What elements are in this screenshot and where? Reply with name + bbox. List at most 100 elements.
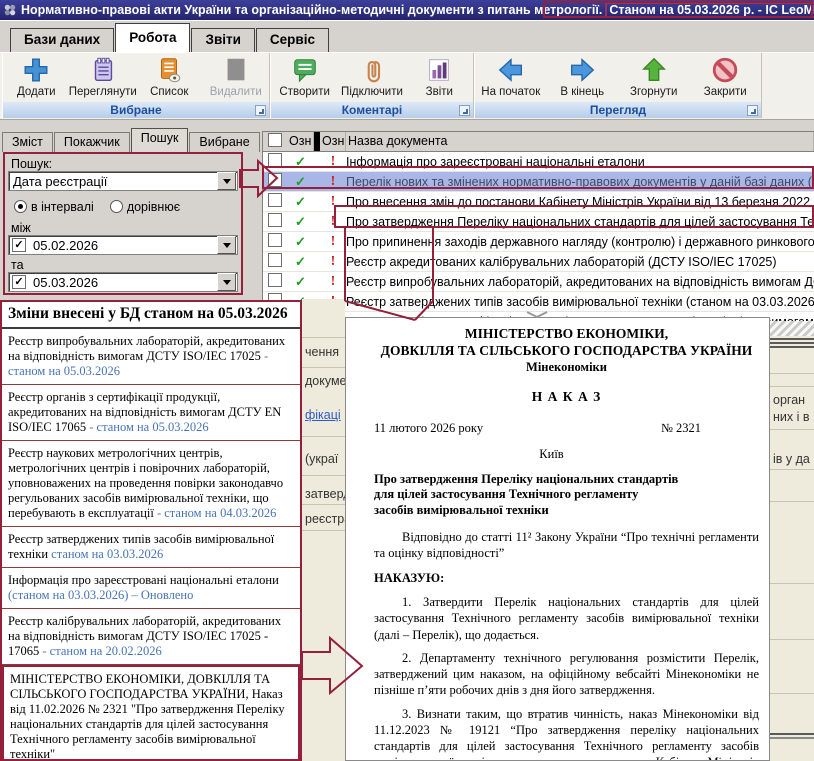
table-row[interactable]: ✓ ! Перелік нових та змінених нормативно…	[263, 172, 814, 192]
change-entry[interactable]: Реєстр наукових метрологічних центрів, м…	[2, 441, 300, 527]
row-checkbox[interactable]	[268, 233, 282, 247]
column-header-check1[interactable]: Озн	[287, 132, 314, 151]
left-tab-favorites[interactable]: Вибране	[189, 132, 259, 152]
table-row[interactable]: ✓ ! Про припинення заходів державного на…	[263, 232, 814, 252]
arrow-left-icon	[496, 55, 526, 85]
toolbar-button-list[interactable]: Список	[136, 55, 203, 98]
ministry-short-name: Мінекономіки	[374, 360, 759, 375]
toolbar-button-add[interactable]: Додати	[3, 55, 70, 98]
toolbar-button-attach[interactable]: Підключити	[347, 55, 398, 98]
menu-tab-work[interactable]: Робота	[115, 23, 190, 52]
dialog-launcher-icon[interactable]	[747, 105, 758, 116]
check-icon: ✓	[287, 234, 314, 250]
select-all-checkbox[interactable]	[268, 133, 282, 147]
text-fragment: затверд	[305, 487, 345, 501]
toolbar-button-reports[interactable]: Звіти	[414, 55, 465, 98]
and-label: та	[11, 258, 24, 272]
date-from-value: 05.02.2026	[29, 238, 217, 253]
row-checkbox[interactable]	[268, 173, 282, 187]
check-icon: ✓	[287, 254, 314, 270]
change-entry[interactable]: Реєстр калібрувальних лабораторій, акред…	[2, 609, 300, 665]
left-tab-contents[interactable]: Зміст	[2, 132, 53, 152]
chevron-down-icon[interactable]	[217, 273, 236, 291]
search-field-combobox[interactable]: Дата реєстрації	[8, 171, 238, 191]
table-header: Озн Озн Назва документа	[263, 132, 814, 152]
chevron-down-icon[interactable]	[217, 172, 236, 190]
toolbar-button-to-start[interactable]: На початок	[475, 55, 547, 98]
toolbar-button-view[interactable]: Переглянути	[70, 55, 137, 98]
background-form-left-strip: ченнядокумефікаці(україзатвердреєстра	[302, 299, 345, 761]
radio-interval[interactable]: в інтервалі	[14, 200, 94, 214]
date-from-combobox[interactable]: ✓ 05.02.2026	[8, 235, 238, 255]
document-title: Інформація про зареєстровані національні…	[346, 155, 814, 169]
table-row[interactable]: ✓ ! Про внесення змін до постанови Кабін…	[263, 192, 814, 212]
document-title: Про затвердження Переліку національних с…	[346, 215, 814, 229]
menu-tab-service[interactable]: Сервіс	[256, 28, 329, 52]
toolbar-button-collapse[interactable]: Згорнути	[618, 55, 690, 98]
document-title: Реєстр випробувальних лабораторій, акред…	[346, 275, 814, 289]
toolbar-group: Додати Переглянути Список Видалити Вибра…	[2, 53, 270, 118]
change-entry[interactable]: Реєстр органів з сертифікації продукції,…	[2, 385, 300, 441]
changes-panel-title: Зміни внесені у БД станом на 05.03.2026	[2, 302, 300, 329]
table-row[interactable]: ✓ ! Про затвердження Переліку національн…	[263, 212, 814, 232]
toolbar-group-caption: Перегляд	[475, 102, 761, 118]
column-header-check2[interactable]: Озн	[320, 132, 346, 151]
document-title: Про внесення змін до постанови Кабінету …	[346, 195, 814, 209]
change-entry[interactable]: Реєстр затверджених типів засобів вимірю…	[2, 527, 300, 568]
table-row[interactable]: ✓ ! Реєстр випробувальних лабораторій, а…	[263, 272, 814, 292]
dialog-launcher-icon[interactable]	[459, 105, 470, 116]
toolbar-group-caption-label: Коментарі	[342, 103, 403, 117]
change-entry[interactable]: МІНІСТЕРСТВО ЕКОНОМІКИ, ДОВКІЛЛЯ ТА СІЛЬ…	[2, 665, 300, 761]
change-entry[interactable]: Інформація про зареєстровані національні…	[2, 568, 300, 609]
menu-tab-databases[interactable]: Бази даних	[10, 28, 114, 52]
document-title: Перелік нових та змінених нормативно-пра…	[346, 175, 814, 189]
table-row[interactable]: ✓ ! Інформація про зареєстровані націона…	[263, 152, 814, 172]
dialog-launcher-icon[interactable]	[255, 105, 266, 116]
document-preamble: Відповідно до статті 11² Закону України …	[374, 529, 759, 562]
background-form-right-strip: органних і вів у да	[770, 321, 814, 761]
document-date-row: 11 лютого 2026 року № 2321	[374, 421, 759, 436]
toolbar-button-close[interactable]: Закрити	[690, 55, 762, 98]
no-entry-icon	[710, 55, 740, 85]
row-checkbox[interactable]	[268, 153, 282, 167]
table-row[interactable]: ✓ ! Реєстр акредитованих калібрувальних …	[263, 252, 814, 272]
document-city: Київ	[374, 447, 759, 462]
link-fragment[interactable]: фікаці	[305, 408, 341, 422]
left-tab-index[interactable]: Покажчик	[54, 132, 130, 152]
row-checkbox[interactable]	[268, 193, 282, 207]
document-paragraph: 2. Департаменту технічного регулювання р…	[374, 650, 759, 699]
table-body: ✓ ! Інформація про зареєстровані націона…	[263, 152, 814, 332]
list-icon	[154, 55, 184, 85]
toolbar-button-to-end[interactable]: В кінець	[547, 55, 619, 98]
toolbar-button-create[interactable]: Створити	[279, 55, 330, 98]
document-resolve-label: НАКАЗУЮ:	[374, 571, 759, 586]
chevron-down-icon[interactable]	[217, 236, 236, 254]
changes-list: Реєстр випробувальних лабораторій, акред…	[2, 329, 300, 761]
exclamation-icon: !	[320, 214, 346, 230]
row-checkbox[interactable]	[268, 213, 282, 227]
ministry-name-line1: МІНІСТЕРСТВО ЕКОНОМІКИ,	[374, 326, 759, 343]
change-entry[interactable]: Реєстр випробувальних лабораторій, акред…	[2, 329, 300, 385]
checked-checkbox-icon[interactable]: ✓	[12, 238, 26, 252]
radio-equals[interactable]: дорівнює	[110, 200, 180, 214]
table-row[interactable]: ✓ ! Реєстр затверджених типів засобів ви…	[263, 292, 814, 312]
row-checkbox[interactable]	[268, 273, 282, 287]
date-to-value: 05.03.2026	[29, 275, 217, 290]
left-tab-search[interactable]: Пошук	[131, 128, 189, 152]
column-header-title[interactable]: Назва документа	[346, 132, 814, 151]
date-to-combobox[interactable]: ✓ 05.03.2026	[8, 272, 238, 292]
row-checkbox[interactable]	[268, 253, 282, 267]
toolbar-button-delete[interactable]: Видалити	[203, 55, 270, 98]
arrow-right-icon	[567, 55, 597, 85]
exclamation-icon: !	[320, 194, 346, 210]
menu-tab-reports[interactable]: Звіти	[191, 28, 254, 52]
paperclip-icon	[357, 55, 387, 85]
document-viewer: МІНІСТЕРСТВО ЕКОНОМІКИ, ДОВКІЛЛЯ ТА СІЛЬ…	[345, 317, 770, 761]
toolbar: Додати Переглянути Список Видалити Вибра…	[0, 52, 814, 120]
app-icon	[3, 3, 17, 17]
toolbar-group-caption-label: Вибране	[110, 103, 161, 117]
checked-checkbox-icon[interactable]: ✓	[12, 275, 26, 289]
document-subject-line: Про затвердження Переліку національних с…	[374, 472, 759, 488]
search-field-value: Дата реєстрації	[9, 174, 217, 189]
exclamation-icon: !	[320, 274, 346, 290]
